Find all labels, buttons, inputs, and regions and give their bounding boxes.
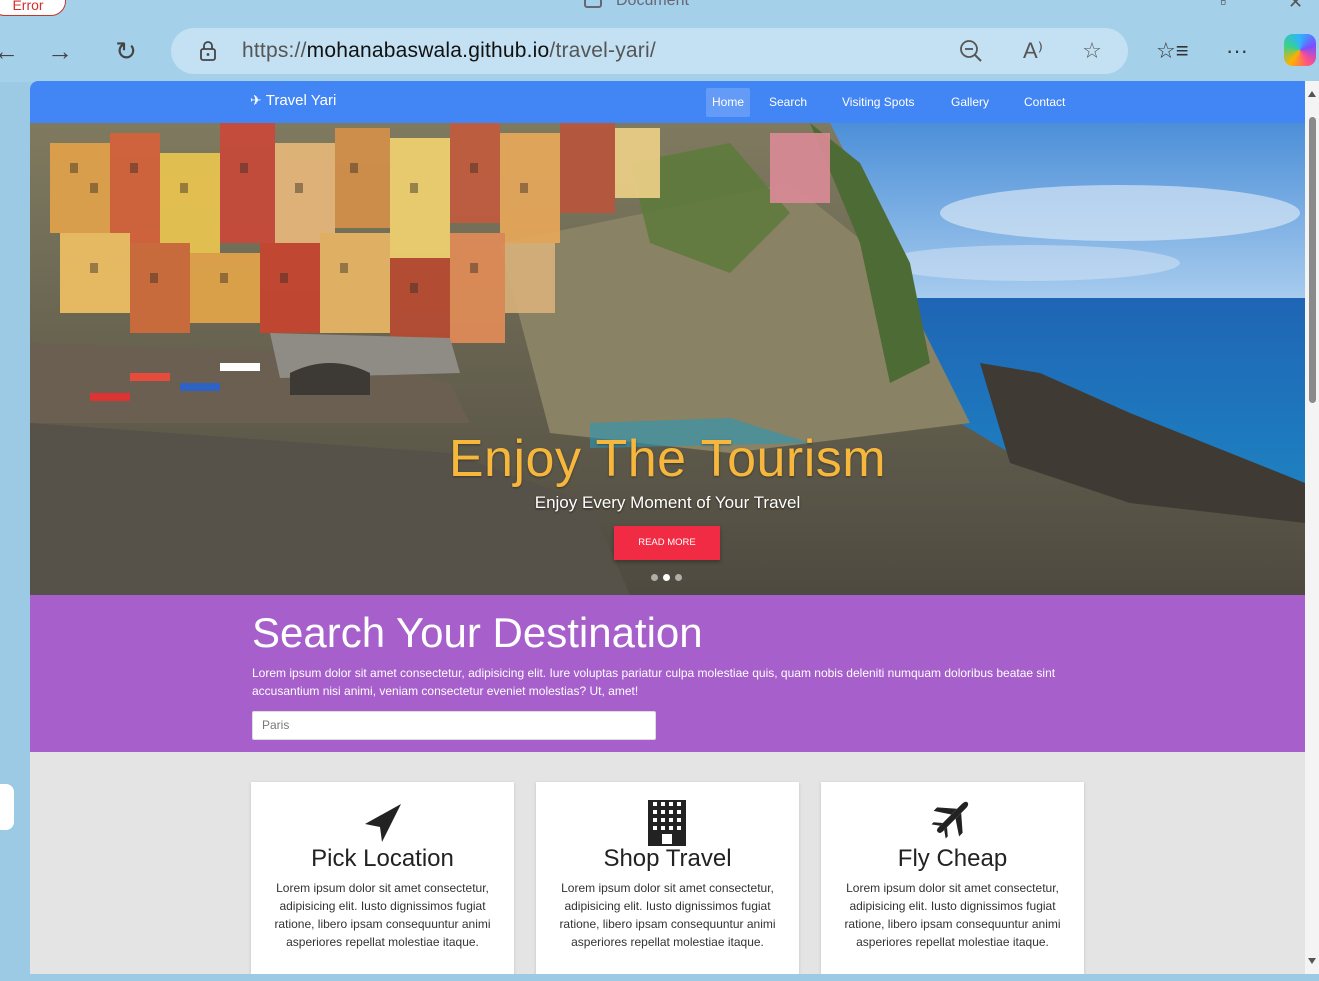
hero-image	[30, 123, 1305, 595]
error-badge[interactable]: Error	[0, 0, 66, 16]
nav-gallery[interactable]: Gallery	[945, 88, 995, 117]
url-path: /travel-yari/	[549, 39, 656, 62]
card-title: Pick Location	[311, 845, 454, 872]
scroll-down-icon[interactable]	[1308, 958, 1316, 964]
sidebar-panel	[0, 784, 14, 830]
location-arrow-icon	[365, 804, 401, 842]
copilot-icon[interactable]	[1284, 34, 1316, 66]
hero-carousel: Enjoy The Tourism Enjoy Every Moment of …	[30, 123, 1305, 595]
tab-title-label: Document	[616, 0, 689, 9]
url-host: mohanabaswala.github.io	[306, 39, 550, 62]
page-viewport: ✈ Travel Yari Home Search Visiting Spots …	[30, 81, 1319, 974]
url-scheme: https://	[242, 39, 307, 62]
more-menu-icon[interactable]: ···	[1222, 36, 1252, 66]
url-text[interactable]: https://mohanabaswala.github.io/travel-y…	[242, 39, 656, 63]
card-text: Lorem ipsum dolor sit amet consectetur, …	[274, 881, 491, 949]
close-window-icon[interactable]: ✕	[1288, 0, 1303, 13]
address-bar[interactable]: https://mohanabaswala.github.io/travel-y…	[171, 28, 1128, 74]
card-text: Lorem ipsum dolor sit amet consectetur, …	[844, 881, 1061, 949]
scroll-up-icon[interactable]	[1308, 91, 1316, 97]
carousel-indicators	[651, 568, 687, 586]
lock-icon[interactable]	[197, 40, 219, 62]
read-aloud-icon[interactable]: A⁾	[1019, 37, 1047, 65]
carousel-dot-1[interactable]	[651, 574, 658, 581]
favorites-list-icon[interactable]: ☆≡	[1156, 36, 1189, 66]
window-title: Document	[584, 0, 689, 12]
nav-search[interactable]: Search	[763, 88, 813, 117]
hero-title: Enjoy The Tourism	[448, 430, 887, 488]
maximize-icon[interactable]: ▫	[1220, 0, 1226, 13]
building-icon	[648, 800, 686, 846]
feature-card-fly-cheap: Fly Cheap Lorem ipsum dolor sit amet con…	[821, 782, 1084, 974]
search-description: Lorem ipsum dolor sit amet consectetur, …	[252, 666, 1056, 698]
refresh-icon[interactable]: ↻	[108, 34, 144, 70]
page-scrollbar[interactable]	[1305, 81, 1319, 974]
scrollbar-thumb[interactable]	[1309, 117, 1316, 403]
card-title: Shop Travel	[603, 845, 732, 872]
hero-subtitle: Enjoy Every Moment of Your Travel	[534, 493, 801, 512]
card-text: Lorem ipsum dolor sit amet consectetur, …	[559, 881, 776, 949]
destination-search-input[interactable]: Paris	[252, 711, 656, 740]
search-section: Search Your Destination Lorem ipsum dolo…	[30, 595, 1305, 752]
read-more-button[interactable]: READ MORE	[614, 526, 720, 560]
forward-icon[interactable]: →	[42, 34, 78, 70]
zoom-out-icon[interactable]	[957, 37, 985, 65]
plane-icon	[931, 801, 969, 839]
sidebar-strip	[0, 82, 30, 981]
carousel-dot-2[interactable]	[663, 574, 670, 581]
tab-icon	[584, 0, 602, 8]
back-icon[interactable]: ←	[0, 34, 24, 70]
feature-card-pick-location: Pick Location Lorem ipsum dolor sit amet…	[251, 782, 514, 974]
brand-logo[interactable]: ✈ Travel Yari	[250, 92, 336, 109]
carousel-dot-3[interactable]	[675, 574, 682, 581]
nav-contact[interactable]: Contact	[1018, 88, 1071, 117]
search-heading: Search Your Destination	[252, 609, 703, 656]
feature-card-shop-travel: Shop Travel Lorem ipsum dolor sit amet c…	[536, 782, 799, 974]
nav-home[interactable]: Home	[706, 88, 751, 117]
browser-toolbar: Error Document ▫ ✕ ← → ↻ https://mohanab…	[0, 0, 1319, 82]
features-section: Pick Location Lorem ipsum dolor sit amet…	[30, 752, 1305, 974]
plane-icon: ✈	[250, 92, 262, 108]
nav-visiting-spots[interactable]: Visiting Spots	[836, 88, 921, 117]
site-navbar: ✈ Travel Yari Home Search Visiting Spots …	[30, 81, 1305, 123]
brand-name: Travel Yari	[265, 92, 337, 109]
favorite-star-icon[interactable]: ☆	[1078, 37, 1106, 65]
card-title: Fly Cheap	[897, 845, 1008, 872]
